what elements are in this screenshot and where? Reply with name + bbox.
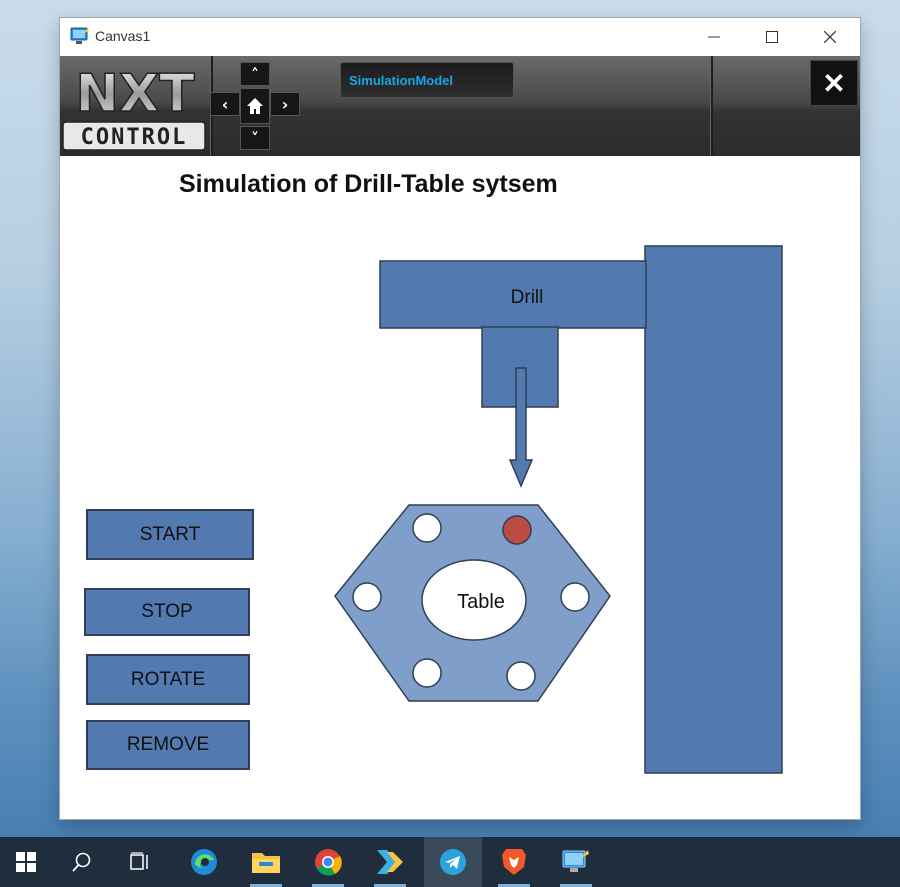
toolbar: NXT CONTROL ˄ ‹ › ˅ SimulationModel ✕ — [60, 56, 860, 156]
home-icon — [247, 98, 263, 114]
minimize-icon — [708, 36, 720, 38]
chevron-right-icon: › — [281, 94, 289, 114]
taskbar-telegram[interactable] — [424, 837, 482, 887]
nxt-control-logo: NXT CONTROL — [62, 63, 206, 151]
taskbar-chrome[interactable] — [302, 837, 354, 887]
chevron-down-icon: ˅ — [251, 128, 259, 148]
nav-left-button[interactable]: ‹ — [210, 92, 240, 116]
telegram-icon — [440, 849, 466, 875]
maximize-button[interactable] — [743, 18, 801, 56]
start-button[interactable]: START — [86, 509, 254, 560]
navigation-pad: ˄ ‹ › ˅ — [210, 62, 306, 150]
brave-icon — [502, 849, 526, 875]
close-canvas-button[interactable]: ✕ — [810, 60, 858, 106]
canvas-app-icon — [70, 27, 89, 44]
table-hole — [352, 582, 382, 612]
taskbar — [0, 837, 900, 887]
nav-down-button[interactable]: ˅ — [240, 126, 270, 150]
windows-icon — [16, 852, 36, 872]
table-hole-marked — [502, 515, 532, 545]
title-bar: Canvas1 — [60, 18, 860, 56]
tab-simulation-model[interactable]: SimulationModel — [340, 62, 514, 98]
taskbar-file-explorer[interactable] — [240, 837, 292, 887]
close-icon — [824, 31, 836, 43]
close-button[interactable] — [801, 18, 859, 56]
chevron-left-icon: ‹ — [221, 94, 229, 114]
nav-right-button[interactable]: › — [270, 92, 300, 116]
table-hole — [506, 661, 536, 691]
minimize-button[interactable] — [685, 18, 743, 56]
nav-up-button[interactable]: ˄ — [240, 62, 270, 86]
close-icon: ✕ — [822, 67, 846, 99]
drill-column — [644, 245, 783, 774]
app-window: Canvas1 NXT CONTROL ˄ ‹ › ˅ SimulationMo… — [60, 18, 860, 819]
search-button[interactable] — [56, 837, 108, 887]
nav-home-button[interactable] — [240, 88, 270, 124]
edge-icon — [191, 849, 217, 875]
taskbar-canvas-app[interactable] — [550, 837, 602, 887]
arrow-app-icon — [377, 850, 403, 874]
svg-text:CONTROL: CONTROL — [81, 125, 188, 150]
toolbar-divider — [710, 56, 713, 156]
table-label: Table — [457, 591, 505, 613]
search-icon — [72, 852, 91, 872]
canvas-app-icon — [562, 850, 589, 872]
table-hole — [412, 513, 442, 543]
table-hole — [560, 582, 590, 612]
drill-label: Drill — [511, 287, 544, 308]
folder-icon — [252, 853, 280, 873]
windows-start-button[interactable] — [0, 837, 52, 887]
maximize-icon — [766, 31, 778, 43]
chrome-icon — [315, 849, 342, 876]
simulation-canvas: Simulation of Drill-Table sytsem Drill T… — [60, 156, 860, 819]
window-title: Canvas1 — [95, 28, 151, 44]
taskbar-brave[interactable] — [488, 837, 540, 887]
stop-button[interactable]: STOP — [84, 588, 250, 636]
taskbar-app-arrow[interactable] — [364, 837, 416, 887]
svg-text:NXT: NXT — [75, 64, 195, 124]
remove-button[interactable]: REMOVE — [86, 720, 250, 770]
table-hole — [412, 658, 442, 688]
taskbar-edge[interactable] — [178, 837, 230, 887]
rotate-button[interactable]: ROTATE — [86, 654, 250, 705]
task-view-button[interactable] — [114, 837, 166, 887]
chevron-up-icon: ˄ — [251, 64, 259, 84]
task-view-icon — [130, 852, 148, 870]
